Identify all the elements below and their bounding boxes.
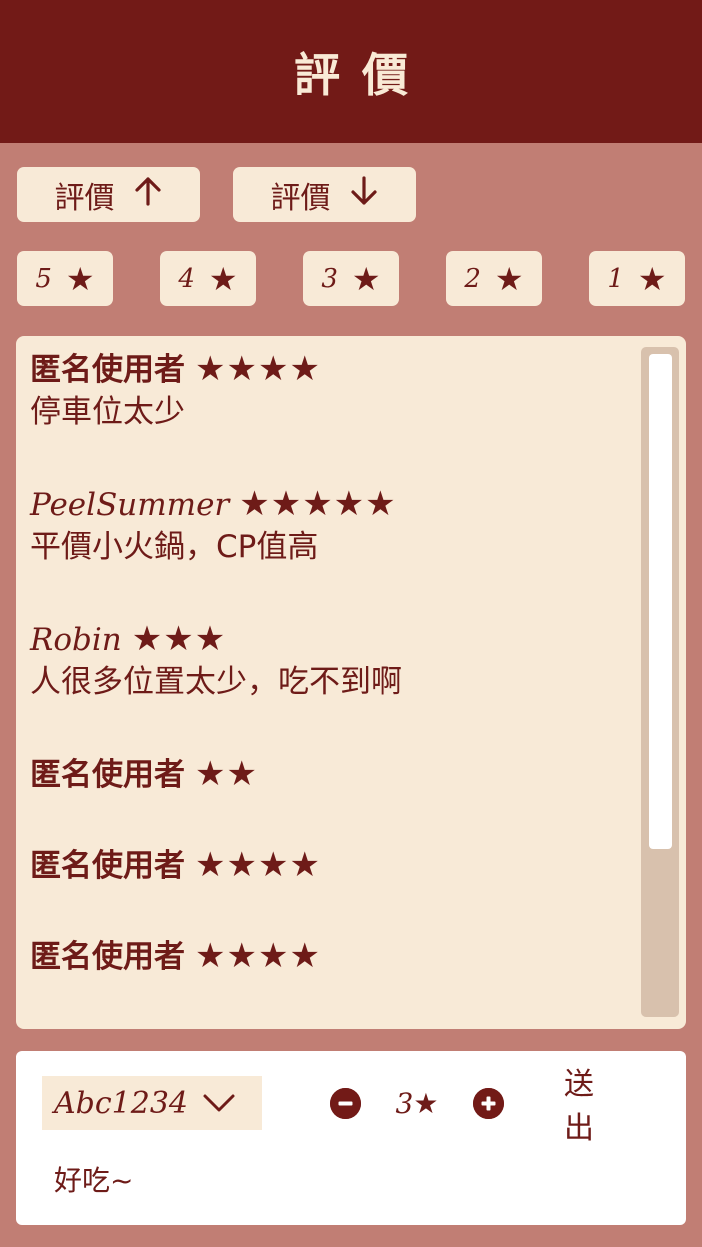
sort-button-label: 評價 <box>270 180 331 216</box>
sort-rating-ascending-button[interactable]: 評價 <box>17 167 200 222</box>
review-item: 匿名使用者 ★★★★ <box>30 935 640 978</box>
review-stars: ★★★★ <box>195 936 321 976</box>
send-button[interactable]: 送出 <box>564 1067 644 1146</box>
arrow-down-icon <box>349 175 379 214</box>
reviewer-name: 匿名使用者 <box>30 352 185 388</box>
review-text: 人很多位置太少，吃不到啊 <box>30 664 402 700</box>
app-header: 評價 <box>0 0 702 143</box>
rating-stepper: 3★ <box>330 1087 504 1120</box>
filter-star-count: 4 <box>178 263 195 294</box>
filter-3-star-button[interactable]: 3 ★ <box>303 251 399 306</box>
reviewer-name: PeelSummer <box>30 487 230 523</box>
review-list-panel[interactable]: 匿名使用者 ★★★★ 停車位太少 PeelSummer ★★★★★ 平價小火鍋，CP… <box>16 336 686 1029</box>
review-item: 匿名使用者 ★★★★ 停車位太少 <box>30 348 640 433</box>
review-item: 匿名使用者 ★★★★ <box>30 844 640 887</box>
rating-value: 3★ <box>361 1087 473 1120</box>
reviewer-name: 匿名使用者 <box>30 939 185 975</box>
filter-4-star-button[interactable]: 4 ★ <box>160 251 256 306</box>
reviewer-name: Robin <box>30 622 122 658</box>
review-stars: ★★★★ <box>195 845 321 885</box>
review-item: 匿名使用者 ★★ <box>30 753 640 796</box>
sort-rating-descending-button[interactable]: 評價 <box>233 167 416 222</box>
minus-icon[interactable] <box>330 1088 361 1119</box>
compose-review-panel: Abc1234 3★ 送出 好吃~ <box>16 1051 686 1225</box>
comment-input[interactable]: 好吃~ <box>54 1159 133 1199</box>
filter-star-count: 2 <box>464 263 481 294</box>
plus-icon[interactable] <box>473 1088 504 1119</box>
star-icon: ★ <box>65 259 95 298</box>
review-text: 停車位太少 <box>30 394 185 430</box>
filter-star-count: 5 <box>35 263 52 294</box>
review-item: Robin ★★★ 人很多位置太少，吃不到啊 <box>30 618 640 703</box>
user-select-dropdown[interactable]: Abc1234 <box>42 1076 262 1130</box>
review-item: PeelSummer ★★★★★ 平價小火鍋，CP值高 <box>30 483 640 568</box>
review-text: 平價小火鍋，CP值高 <box>30 529 319 565</box>
filter-2-star-button[interactable]: 2 ★ <box>446 251 542 306</box>
review-stars: ★★★★ <box>195 349 321 389</box>
page-title: 評價 <box>294 47 430 102</box>
filter-1-star-button[interactable]: 1 ★ <box>589 251 685 306</box>
reviewer-name: 匿名使用者 <box>30 848 185 884</box>
chevron-down-icon <box>202 1086 236 1121</box>
arrow-up-icon <box>133 176 163 214</box>
filter-5-star-button[interactable]: 5 ★ <box>17 251 113 306</box>
scrollbar[interactable] <box>641 347 679 1017</box>
scrollbar-thumb[interactable] <box>649 354 672 849</box>
star-icon: ★ <box>351 259 381 298</box>
reviewer-name: 匿名使用者 <box>30 757 185 793</box>
user-select-value: Abc1234 <box>54 1085 189 1121</box>
star-icon: ★ <box>208 259 238 298</box>
star-icon: ★ <box>637 259 667 298</box>
sort-button-label: 評價 <box>54 180 115 216</box>
filter-star-count: 1 <box>607 263 624 294</box>
review-stars: ★★★★★ <box>239 484 397 524</box>
filter-star-count: 3 <box>321 263 338 294</box>
review-list: 匿名使用者 ★★★★ 停車位太少 PeelSummer ★★★★★ 平價小火鍋，CP… <box>30 348 640 978</box>
review-stars: ★★ <box>195 754 258 794</box>
star-icon: ★ <box>494 259 524 298</box>
review-stars: ★★★ <box>131 619 227 659</box>
rating-number: 3 <box>395 1087 414 1120</box>
star-icon: ★ <box>413 1087 439 1120</box>
